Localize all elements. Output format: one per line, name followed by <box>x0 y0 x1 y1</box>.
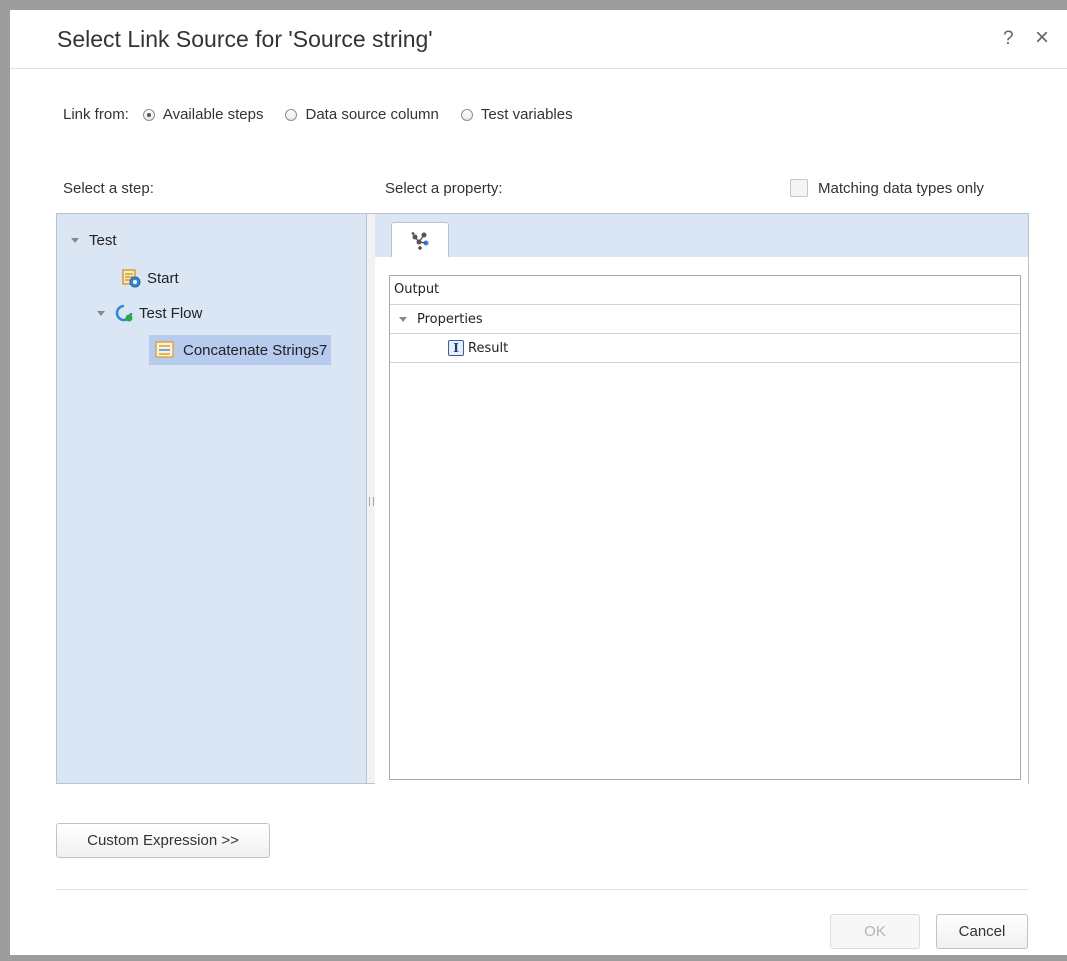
custom-expression-button[interactable]: Custom Expression >> <box>56 823 270 858</box>
property-area: Output Properties I Result <box>375 257 1028 784</box>
tree-node-test-label: Test <box>89 232 117 249</box>
dialog-title: Select Link Source for 'Source string' <box>57 26 433 52</box>
property-table-header: Output <box>390 276 1020 305</box>
radio-data-source-column-label: Data source column <box>305 106 439 123</box>
window-frame-bottom <box>0 955 1067 961</box>
start-step-icon <box>122 269 141 288</box>
window-frame-top <box>0 0 1067 10</box>
tree-node-test-flow[interactable]: Test Flow <box>97 304 202 322</box>
text-type-icon: I <box>448 340 464 356</box>
step-tree-pane: Test Start Test Flow Concatenate Strings… <box>56 213 367 784</box>
dialog: Select Link Source for 'Source string' ?… <box>10 10 1067 955</box>
property-group-row[interactable]: Properties <box>390 305 1020 334</box>
cancel-button[interactable]: Cancel <box>936 914 1028 949</box>
link-nodes-icon <box>411 231 429 250</box>
footer-separator <box>56 889 1028 890</box>
expand-arrow-icon[interactable] <box>71 238 79 243</box>
tree-node-test[interactable]: Test <box>71 232 117 249</box>
link-from-label: Link from: <box>63 106 129 123</box>
matching-data-types-label: Matching data types only <box>818 179 984 197</box>
expand-arrow-icon[interactable] <box>399 316 407 322</box>
select-property-label: Select a property: <box>385 180 503 197</box>
matching-data-types-checkbox[interactable]: Matching data types only <box>790 179 984 197</box>
radio-available-steps-label: Available steps <box>162 106 264 123</box>
concatenate-strings-icon <box>155 341 174 358</box>
ok-button[interactable]: OK <box>830 914 920 949</box>
property-item-row[interactable]: I Result <box>390 334 1020 363</box>
radio-test-variables-indicator[interactable] <box>460 108 473 121</box>
radio-data-source-column-indicator[interactable] <box>285 108 298 121</box>
tree-node-concatenate-strings[interactable]: Concatenate Strings7 <box>149 335 332 365</box>
flow-icon <box>115 304 133 322</box>
help-button[interactable]: ? <box>1003 28 1014 50</box>
link-from-radio-group: Available steps Data source column Test … <box>142 106 595 123</box>
select-step-label: Select a step: <box>63 180 154 197</box>
property-item-label: Result <box>468 340 509 356</box>
property-table: Output Properties I Result <box>389 275 1021 780</box>
radio-available-steps[interactable]: Available steps <box>142 106 264 123</box>
link-from-row: Link from: Available steps Data source c… <box>63 106 595 123</box>
property-pane: Output Properties I Result <box>375 213 1029 784</box>
tree-node-start-label: Start <box>147 269 179 287</box>
expand-arrow-icon[interactable] <box>97 310 105 316</box>
radio-test-variables[interactable]: Test variables <box>460 106 573 123</box>
radio-test-variables-label: Test variables <box>480 106 573 123</box>
radio-data-source-column[interactable]: Data source column <box>285 106 439 123</box>
tab-link-properties[interactable] <box>391 222 449 258</box>
tree-node-start[interactable]: Start <box>121 268 179 288</box>
matching-data-types-checkbox-box[interactable] <box>790 179 808 197</box>
close-button[interactable]: × <box>1035 24 1049 52</box>
splitter-grip-icon[interactable] <box>369 497 374 506</box>
text-type-icon-glyph: I <box>453 341 459 355</box>
window-frame-left <box>0 0 10 961</box>
property-group-label: Properties <box>417 311 483 327</box>
radio-available-steps-indicator[interactable] <box>142 108 155 121</box>
tree-node-test-flow-label: Test Flow <box>139 304 203 322</box>
dialog-title-bar: Select Link Source for 'Source string' ?… <box>10 10 1067 69</box>
tree-node-concatenate-strings-label: Concatenate Strings7 <box>183 341 328 359</box>
pane-splitter[interactable] <box>367 213 375 784</box>
